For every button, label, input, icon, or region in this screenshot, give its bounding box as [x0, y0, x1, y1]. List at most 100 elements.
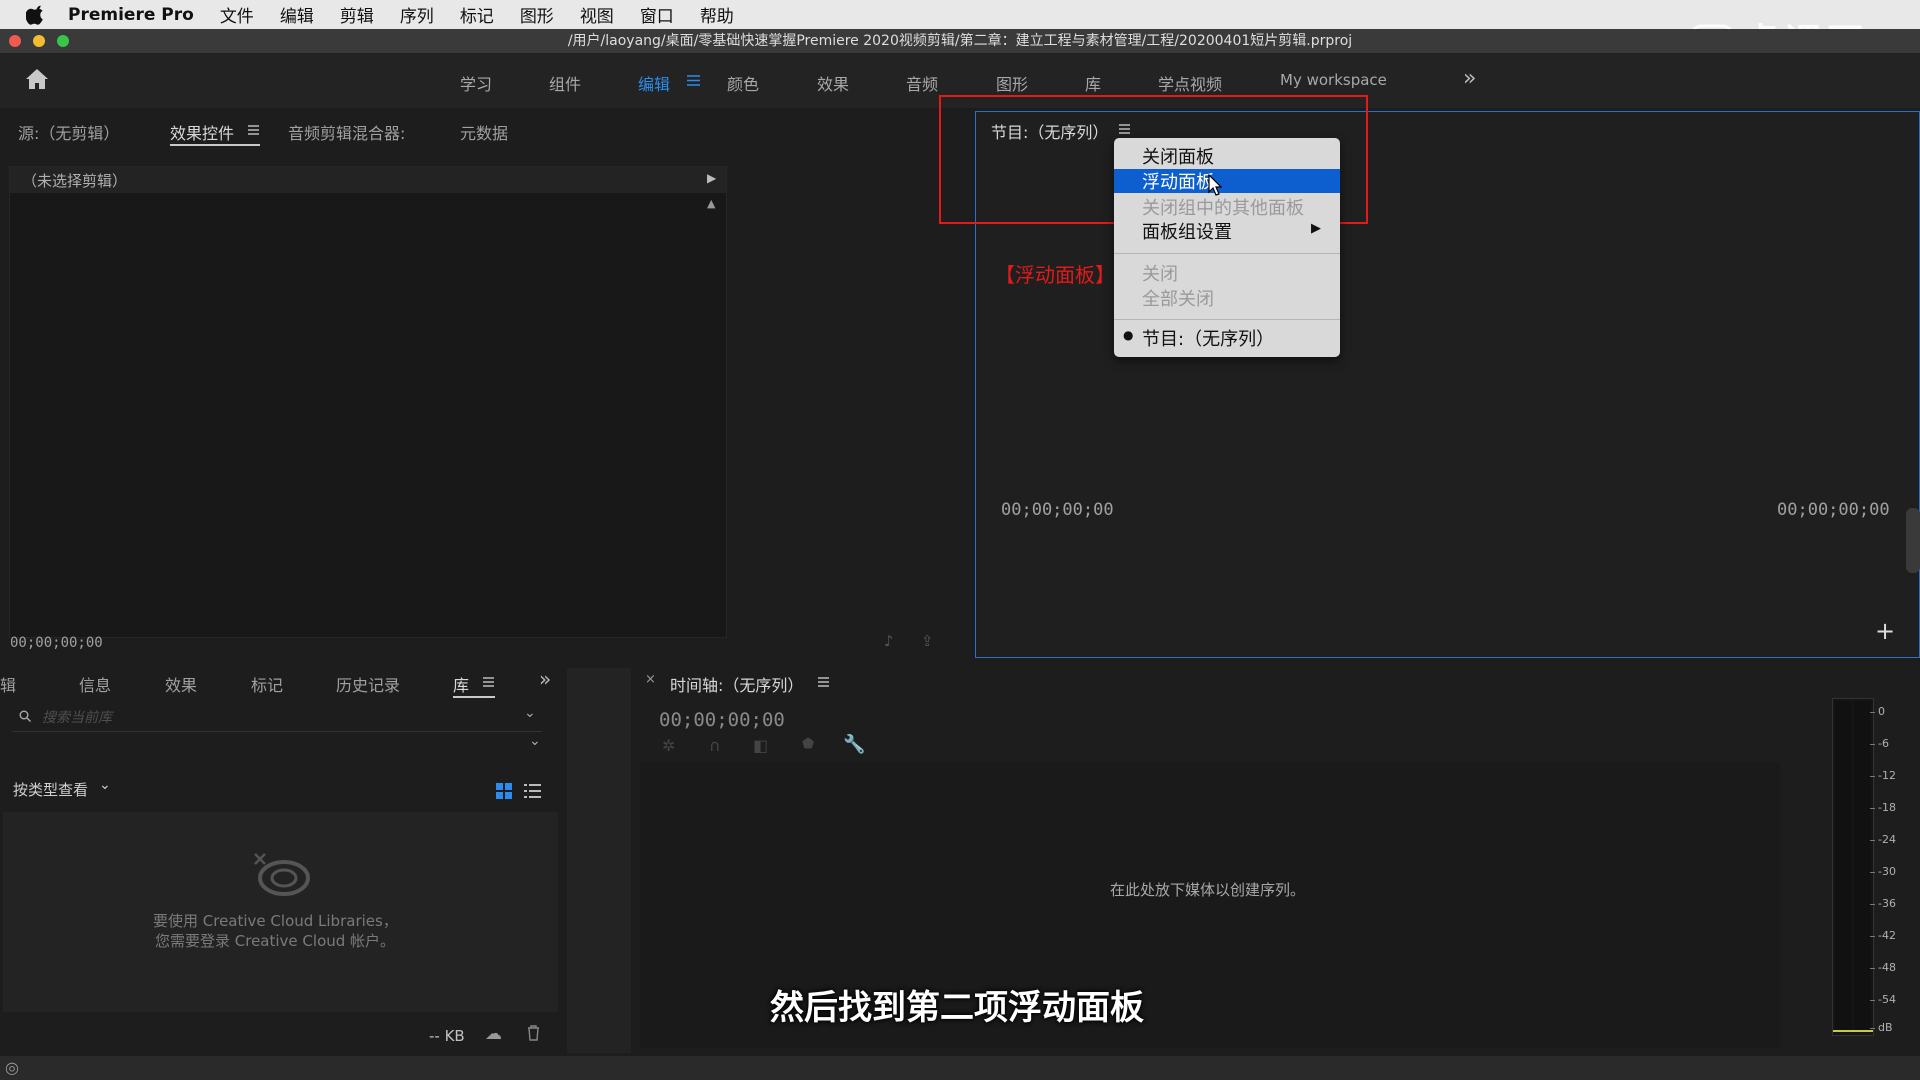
workspace-libraries[interactable]: 库: [1085, 71, 1101, 95]
search-placeholder: 搜索当前库: [42, 710, 112, 726]
list-view-icon[interactable]: [524, 783, 541, 799]
grid-view-icon[interactable]: [496, 783, 512, 799]
creative-cloud-icon: [254, 853, 310, 896]
project-path: /用户/laoyang/桌面/零基础快速掌握Premiere 2020视频剪辑/…: [567, 33, 1353, 49]
cc-message-line1: 要使用 Creative Cloud Libraries，: [153, 912, 398, 930]
menu-window[interactable]: 窗口: [640, 2, 674, 27]
menu-graphics[interactable]: 图形: [520, 2, 554, 27]
workspace-audio[interactable]: 音频: [906, 71, 938, 95]
export-frame-icon[interactable]: ⇪: [921, 632, 934, 650]
menu-close-all: 全部关闭: [1142, 289, 1214, 310]
window-titlebar: /用户/laoyang/桌面/零基础快速掌握Premiere 2020视频剪辑/…: [0, 29, 1920, 53]
more-workspaces-icon[interactable]: »: [1463, 66, 1476, 91]
menu-close-panel[interactable]: 关闭面板: [1142, 143, 1214, 169]
home-icon[interactable]: [25, 68, 49, 90]
menu-program-no-sequence[interactable]: 节目:（无序列）: [1142, 325, 1274, 351]
trash-icon[interactable]: [527, 1025, 540, 1041]
tab-history[interactable]: 历史记录: [336, 672, 400, 696]
cc-status-icon[interactable]: ◎: [5, 1058, 19, 1077]
library-selector-dropdown-icon[interactable]: ⌄: [529, 733, 541, 749]
close-timeline-icon[interactable]: ×: [645, 672, 656, 687]
minimize-window-button[interactable]: [33, 35, 45, 47]
workspace-menu-icon[interactable]: [687, 75, 700, 86]
search-dropdown-icon[interactable]: ⌄: [524, 705, 536, 721]
menu-clip[interactable]: 剪辑: [340, 2, 374, 27]
libraries-menu-icon[interactable]: [483, 677, 494, 687]
button-editor-icon[interactable]: +: [1875, 617, 1895, 645]
workspace-editing[interactable]: 编辑: [638, 71, 670, 95]
menu-sequence[interactable]: 序列: [400, 2, 434, 27]
program-timecode-left[interactable]: 00;00;00;00: [1001, 500, 1114, 520]
timeline-timecode[interactable]: 00;00;00;00: [659, 709, 785, 731]
expand-arrow-icon[interactable]: ▶: [707, 171, 716, 185]
menu-markers[interactable]: 标记: [460, 2, 494, 27]
workspace-effects[interactable]: 效果: [817, 71, 849, 95]
tab-source[interactable]: 源:（无剪辑）: [18, 120, 119, 144]
timeline-settings-wrench-icon[interactable]: 🔧: [843, 734, 865, 755]
panel-context-menu: 关闭面板 浮动面板 关闭组中的其他面板 面板组设置 ▶ 关闭 全部关闭 ● 节目…: [1114, 138, 1340, 357]
nest-icon[interactable]: ✲: [662, 736, 675, 755]
menu-undock-panel[interactable]: 浮动面板: [1142, 168, 1214, 194]
tab-effects[interactable]: 效果: [165, 672, 197, 696]
menu-view[interactable]: 视图: [580, 2, 614, 27]
meter-left-channel: [1835, 701, 1852, 1031]
meter-tick-48: -48: [1870, 961, 1896, 974]
tab-markers[interactable]: 标记: [251, 672, 283, 696]
more-panels-icon[interactable]: »: [539, 667, 551, 691]
menu-separator: [1114, 253, 1340, 254]
scroll-up-icon[interactable]: ▲: [707, 197, 715, 210]
zoom-window-button[interactable]: [57, 35, 69, 47]
menu-help[interactable]: 帮助: [700, 2, 734, 27]
cloud-sync-icon[interactable]: ☁: [485, 1024, 502, 1044]
meter-baseline: [1833, 1030, 1873, 1032]
close-window-button[interactable]: [9, 35, 21, 47]
effect-controls-timecode[interactable]: 00;00;00;00: [10, 635, 103, 651]
panel-menu-icon[interactable]: [248, 125, 259, 135]
tab-project-clips[interactable]: 剪辑: [0, 672, 16, 696]
search-icon: [19, 710, 31, 722]
video-subtitle: 然后找到第二项浮动面板: [770, 988, 1144, 1028]
workspace-color[interactable]: 颜色: [727, 71, 759, 95]
timeline-title[interactable]: 时间轴:（无序列）: [670, 672, 803, 696]
workspace-xuedian[interactable]: 学点视频: [1158, 71, 1222, 95]
monitor-scroll-handle[interactable]: [1906, 508, 1920, 573]
library-search-box[interactable]: 搜索当前库 ⌄: [12, 703, 542, 732]
menu-close-other-panels: 关闭组中的其他面板: [1142, 198, 1304, 219]
meter-tick-24: -24: [1870, 833, 1896, 846]
cc-message-line2: 您需要登录 Creative Cloud 帐户。: [155, 932, 396, 950]
tab-libraries[interactable]: 库: [453, 672, 469, 696]
add-marker-timeline-icon[interactable]: ⬟: [802, 736, 814, 752]
audio-only-icon[interactable]: ♪: [884, 632, 894, 650]
view-by-type-dropdown[interactable]: 按类型查看: [13, 779, 88, 800]
apple-icon[interactable]: [26, 5, 46, 25]
linked-selection-icon[interactable]: ◧: [753, 736, 768, 755]
meter-tick-42: -42: [1870, 929, 1896, 942]
mouse-cursor-icon: [1208, 174, 1222, 196]
drop-media-hint: 在此处放下媒体以创建序列。: [1110, 881, 1306, 899]
tab-info[interactable]: 信息: [79, 672, 111, 696]
workspace-custom[interactable]: My workspace: [1280, 71, 1387, 89]
libraries-panel: 剪辑 信息 效果 标记 历史记录 库 » 搜索当前库 ⌄ ⌄ 按类型查看 ⌄ 要…: [0, 660, 560, 1050]
workspace-graphics[interactable]: 图形: [996, 71, 1028, 95]
snap-icon[interactable]: ∩: [709, 736, 721, 755]
active-tab-underline: [453, 696, 495, 698]
meter-tick-12: -12: [1870, 769, 1896, 782]
meter-tick-30: -30: [1870, 865, 1896, 878]
workspace-assembly[interactable]: 组件: [549, 71, 581, 95]
app-name[interactable]: Premiere Pro: [68, 5, 194, 25]
meter-tick-54: -54: [1870, 993, 1896, 1006]
meter-right-channel: [1854, 701, 1871, 1031]
menu-edit[interactable]: 编辑: [280, 2, 314, 27]
tab-effect-controls[interactable]: 效果控件: [170, 120, 234, 144]
view-by-chevron-icon[interactable]: ⌄: [99, 777, 111, 793]
workspace-learning[interactable]: 学习: [460, 71, 492, 95]
source-panel: 源:（无剪辑） 效果控件 音频剪辑混合器: 元数据 （未选择剪辑） ▶ ▲ 00…: [0, 108, 968, 660]
tab-metadata[interactable]: 元数据: [460, 120, 508, 144]
tab-audio-clip-mixer[interactable]: 音频剪辑混合器:: [288, 120, 405, 144]
menu-panel-group-settings[interactable]: 面板组设置: [1142, 218, 1232, 244]
timeline-menu-icon[interactable]: [818, 677, 829, 687]
audio-meter-panel: [1816, 660, 1920, 1053]
effect-controls-area: （未选择剪辑） ▶ ▲: [9, 166, 727, 638]
meter-tick-db: dB: [1870, 1021, 1893, 1034]
menu-file[interactable]: 文件: [220, 2, 254, 27]
